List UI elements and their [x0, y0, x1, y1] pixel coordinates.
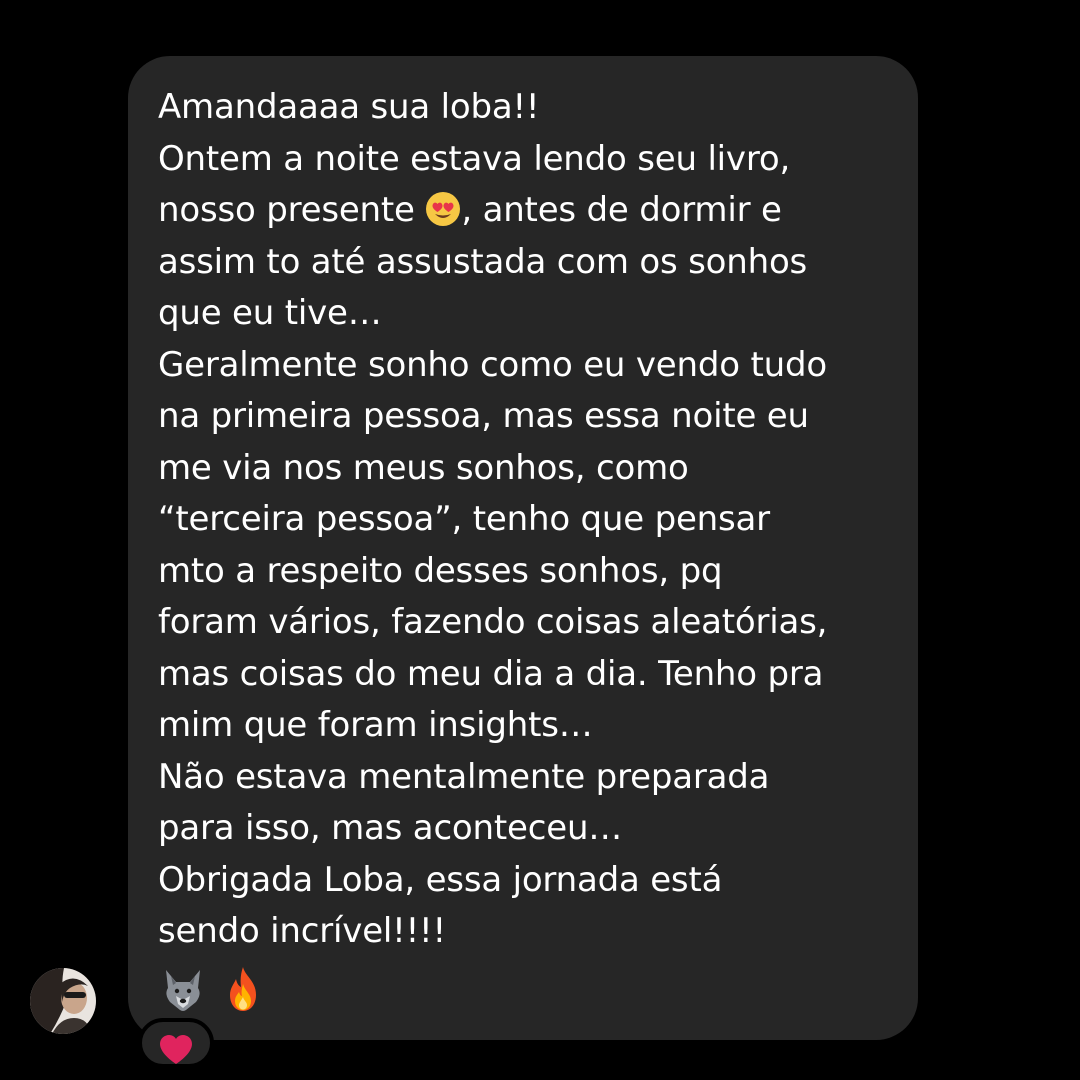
heart-icon — [158, 1034, 194, 1066]
message-line: que eu tive… — [158, 293, 382, 333]
message-line: sendo incrível!!!! — [158, 911, 446, 951]
message-line: nosso presente , antes de dormir e — [158, 185, 888, 237]
message-line: Não estava mentalmente preparada — [158, 756, 770, 797]
message-text: nosso presente — [158, 190, 415, 230]
message-line: mas coisas do meu dia a dia. Tenho pra — [158, 653, 824, 694]
sender-avatar[interactable] — [30, 968, 96, 1034]
heart-eyes-emoji-icon — [425, 191, 461, 227]
fire-emoji-icon — [218, 964, 268, 1014]
message-line: “terceira pessoa”, tenho que pensar — [158, 499, 770, 539]
message-line: Geralmente sonho como eu vendo tudo — [158, 344, 827, 385]
message-line: mim que foram insights… — [158, 705, 593, 745]
message-text: , antes de dormir e — [461, 190, 782, 230]
message-line: para isso, mas aconteceu… — [158, 808, 623, 848]
message-line: me via nos meus sonhos, como — [158, 447, 689, 488]
message-line: Amandaaaa sua loba!! — [158, 87, 540, 127]
reaction-badge[interactable] — [138, 1018, 214, 1068]
trailing-emojis — [158, 964, 888, 1014]
message-line: na primeira pessoa, mas essa noite eu — [158, 396, 809, 436]
message-line: mto a respeito desses sonhos, pq — [158, 550, 723, 591]
message-line: assim to até assustada com os sonhos — [158, 241, 808, 282]
wolf-emoji-icon — [158, 964, 208, 1014]
message-line: Ontem a noite estava lendo seu livro, — [158, 138, 791, 179]
message-line: foram vários, fazendo coisas aleatórias, — [158, 602, 828, 642]
message-bubble[interactable]: Amandaaaa sua loba!! Ontem a noite estav… — [128, 56, 918, 1040]
message-line: Obrigada Loba, essa jornada está — [158, 859, 723, 900]
